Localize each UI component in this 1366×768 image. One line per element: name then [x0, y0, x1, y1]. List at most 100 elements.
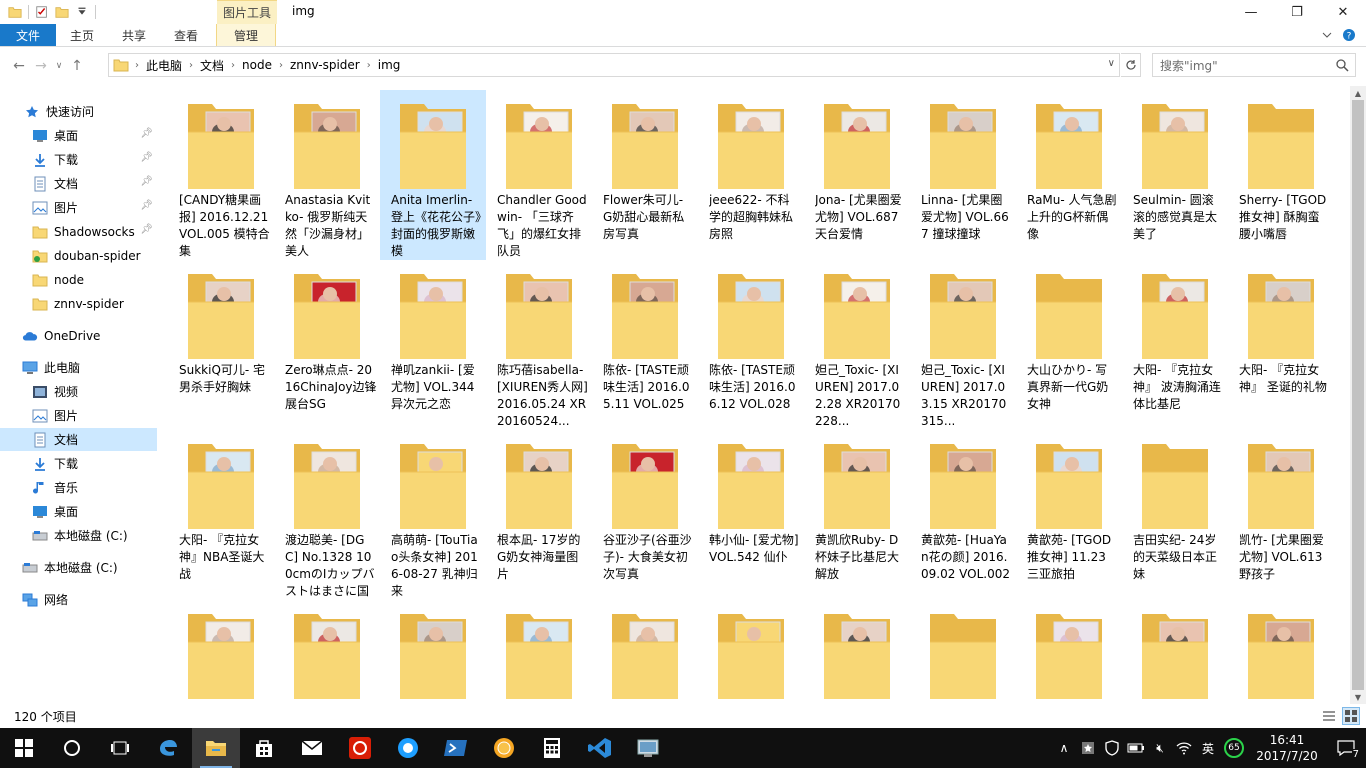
taskbar-calculator[interactable]	[528, 728, 576, 768]
nav-this-pc-item[interactable]: 图片	[0, 404, 157, 427]
taskbar-store[interactable]	[240, 728, 288, 768]
folder-item[interactable]: 渡边聪美- [DGC] No.1328 100cmのIカップバストはまさに国宝級	[274, 430, 380, 600]
nav-onedrive[interactable]: OneDrive	[0, 324, 157, 347]
breadcrumb-item[interactable]: 文档	[195, 57, 229, 74]
folder-item[interactable]: 黄凯欣Ruby- D杯妹子比基尼大解放	[804, 430, 910, 600]
folder-item[interactable]: 林美惠子Mini- ...	[698, 600, 804, 703]
scroll-down-icon[interactable]: ▼	[1350, 690, 1366, 704]
wifi-icon[interactable]	[1172, 728, 1196, 768]
ime-indicator[interactable]: 英	[1196, 728, 1220, 768]
chevron-right-icon[interactable]: ›	[187, 60, 195, 71]
folder-item[interactable]: 妲己_Toxic- [XIUREN] 2017.03.15 XR20170315…	[910, 260, 1016, 430]
folder-item[interactable]: RaMu- 人气急剧上升的G杯新偶像	[1016, 90, 1122, 260]
folder-item[interactable]: 大阳- 『克拉女神』 波涛胸涌连体比基尼	[1122, 260, 1228, 430]
folder-item[interactable]: Flower朱可儿- G奶甜心最新私房写真	[592, 90, 698, 260]
folder-item[interactable]: 陈依- [TASTE顽味生活] 2016.06.12 VOL.028	[698, 260, 804, 430]
folder-item[interactable]: 刘飞儿Faye- ...	[1016, 600, 1122, 703]
taskbar-mail[interactable]	[288, 728, 336, 768]
nav-quick-access-item[interactable]: 图片 📌︎	[0, 196, 157, 219]
up-arrow-icon[interactable]: ↑	[66, 55, 88, 77]
folder-item[interactable]: [CANDY糖果画报] 2016.12.21 VOL.005 模特合集	[168, 90, 274, 260]
folder-item[interactable]: 陈巧蓓isabella- [XIUREN秀人网] 2016.05.24 XR20…	[486, 260, 592, 430]
taskbar-edge[interactable]	[144, 728, 192, 768]
tab-manage[interactable]: 管理	[216, 24, 277, 46]
breadcrumb-item[interactable]: img	[373, 58, 406, 72]
back-arrow-icon[interactable]: ←	[8, 55, 30, 77]
action-center-button[interactable]: 7	[1326, 728, 1366, 768]
search-input[interactable]: 搜索"img"	[1152, 53, 1356, 77]
properties-icon[interactable]	[35, 5, 49, 19]
pin-icon[interactable]: 📌︎	[140, 224, 153, 235]
nav-this-pc[interactable]: 此电脑	[0, 356, 157, 379]
taskbar-netease-music[interactable]	[336, 728, 384, 768]
folder-item[interactable]: 妲己_Toxic- [XIUREN] 2017.02.28 XR20170228…	[804, 260, 910, 430]
folder-item[interactable]: jeee622- 不科学的超胸韩妹私房照	[698, 90, 804, 260]
scroll-up-icon[interactable]: ▲	[1350, 86, 1366, 100]
folder-item[interactable]: 韩小仙- [爱尤物] VOL.542 仙仆	[698, 430, 804, 600]
folder-item[interactable]: 黄歆苑- [TGOD推女神] 11.23 三亚旅拍	[1016, 430, 1122, 600]
folder-item[interactable]: 大阳- 『克拉女神』 圣诞的礼物	[1228, 260, 1334, 430]
search-icon[interactable]	[1336, 59, 1349, 72]
new-folder-icon[interactable]	[55, 5, 69, 19]
nav-this-pc-item[interactable]: 文档	[0, 428, 157, 451]
chevron-right-icon[interactable]: ›	[277, 60, 285, 71]
tab-file[interactable]: 文件	[0, 24, 56, 46]
tab-view[interactable]: 查看	[160, 24, 212, 46]
taskbar-orange-app[interactable]	[480, 728, 528, 768]
clock[interactable]: 16:41 2017/7/20	[1248, 732, 1326, 764]
breadcrumb-item[interactable]: node	[237, 58, 277, 72]
taskbar-powershell[interactable]	[432, 728, 480, 768]
folder-item[interactable]: 大阳- 『克拉女神』NBA圣诞大战	[168, 430, 274, 600]
folder-item[interactable]: 大山ひかり- 写真界新一代G奶女神	[1016, 260, 1122, 430]
start-button[interactable]	[0, 728, 48, 768]
folder-item[interactable]: Linna- [尤果圈爱尤物] VOL.667 撞球撞球	[910, 90, 1016, 260]
large-icons-view-button[interactable]	[1342, 707, 1360, 725]
recent-locations-chevron-icon[interactable]: ∨	[52, 55, 66, 77]
address-dropdown-icon[interactable]: ∨	[1108, 58, 1115, 69]
folder-item[interactable]: 凯竹BuiBui- ...	[380, 600, 486, 703]
folder-item[interactable]: Sherry- [TGOD推女神] 酥胸蛮腰小嘴唇	[1228, 90, 1334, 260]
folder-item[interactable]: SukkiQ可儿- 宅男杀手好胸妹	[168, 260, 274, 430]
battery-icon[interactable]	[1124, 728, 1148, 768]
folder-item[interactable]: 禅叽zankii- [爱尤物] VOL.344 异次元之恋	[380, 260, 486, 430]
folder-item[interactable]: 凯竹BuiBui- ...	[274, 600, 380, 703]
nav-quick-access[interactable]: 快速访问	[0, 100, 157, 123]
folder-item[interactable]: 林柏宜Cynthia- ...	[910, 600, 1016, 703]
show-hidden-icons-chevron-icon[interactable]: ∧	[1052, 728, 1076, 768]
close-button[interactable]: ✕	[1320, 0, 1366, 24]
chevron-right-icon[interactable]: ›	[133, 60, 141, 71]
nav-quick-access-item[interactable]: znnv-spider	[0, 292, 157, 315]
taskbar-vscode[interactable]	[576, 728, 624, 768]
folder-item[interactable]: Chandler Goodwin- 「三球齐飞」的爆红女排队员	[486, 90, 592, 260]
taskbar-qq-browser[interactable]	[384, 728, 432, 768]
breadcrumb-item[interactable]: 此电脑	[141, 57, 187, 74]
folder-item[interactable]: 凯竹Kiki- ...	[486, 600, 592, 703]
nav-this-pc-item[interactable]: 桌面	[0, 500, 157, 523]
nav-quick-access-item[interactable]: 桌面 📌︎	[0, 124, 157, 147]
nav-quick-access-item[interactable]: Shadowsocks 📌︎	[0, 220, 157, 243]
maximize-button[interactable]: ❐	[1274, 0, 1320, 24]
folder-item[interactable]: 凯竹- [尤果圈爱尤物] VOL.613 野孩子	[1228, 430, 1334, 600]
pin-icon[interactable]: 📌︎	[140, 200, 153, 211]
expand-ribbon-icon[interactable]	[1322, 30, 1332, 40]
pin-icon[interactable]: 📌︎	[140, 176, 153, 187]
cortana-button[interactable]	[48, 728, 96, 768]
folder-item[interactable]: 凯竹BuiBui- ...	[168, 600, 274, 703]
refresh-button[interactable]	[1121, 53, 1141, 77]
nav-network[interactable]: 网络	[0, 588, 157, 611]
nav-quick-access-item[interactable]: 文档 📌︎	[0, 172, 157, 195]
folder-item[interactable]: 高萌萌- [TouTiao头条女神] 2016-08-27 乳神归来	[380, 430, 486, 600]
scrollbar-thumb[interactable]	[1352, 100, 1364, 690]
pin-icon[interactable]: 📌︎	[140, 152, 153, 163]
nav-this-pc-item[interactable]: 下载	[0, 452, 157, 475]
nav-this-pc-item[interactable]: 音乐	[0, 476, 157, 499]
breadcrumb-item[interactable]: znnv-spider	[285, 58, 365, 72]
minimize-button[interactable]: —	[1228, 0, 1274, 24]
folder-item[interactable]: Jona- [尤果圈爱尤物] VOL.687 天台爱情	[804, 90, 910, 260]
folder-item[interactable]: Anita Imerlin- 登上《花花公子》封面的俄罗斯嫩模	[380, 90, 486, 260]
folder-item[interactable]: 刘飞儿Faye- ...	[1122, 600, 1228, 703]
battery-percent-badge[interactable]: 65	[1220, 728, 1248, 768]
folder-item[interactable]: 李丽莎- [TGOD ...	[592, 600, 698, 703]
pin-icon[interactable]: 📌︎	[140, 128, 153, 139]
chevron-right-icon[interactable]: ›	[365, 60, 373, 71]
